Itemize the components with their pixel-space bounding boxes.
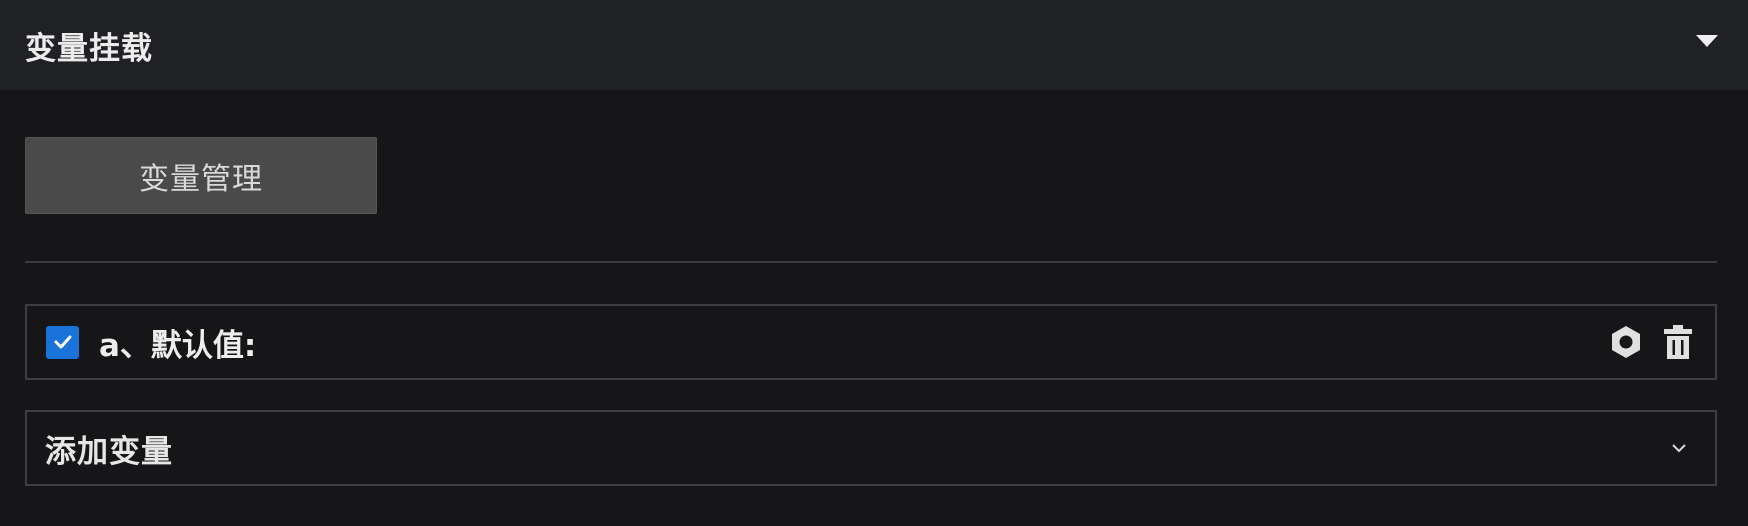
trash-icon[interactable] xyxy=(1659,323,1697,361)
chevron-down-icon[interactable] xyxy=(1665,434,1693,462)
add-variable-select[interactable]: 添加变量 xyxy=(25,410,1717,486)
check-icon xyxy=(54,335,71,349)
variable-row: a、默认值: xyxy=(25,304,1717,380)
add-variable-label: 添加变量 xyxy=(45,433,173,470)
variable-manage-button[interactable]: 变量管理 xyxy=(25,137,377,214)
caret-down-icon[interactable] xyxy=(1696,30,1718,52)
settings-hexagon-icon[interactable] xyxy=(1607,323,1645,361)
variable-checkbox[interactable] xyxy=(46,325,79,359)
divider xyxy=(25,261,1717,263)
variable-label: a、默认值: xyxy=(99,327,257,364)
variable-actions xyxy=(1607,306,1697,378)
panel-header[interactable]: 变量挂载 xyxy=(0,0,1748,90)
panel-title: 变量挂载 xyxy=(25,30,153,67)
